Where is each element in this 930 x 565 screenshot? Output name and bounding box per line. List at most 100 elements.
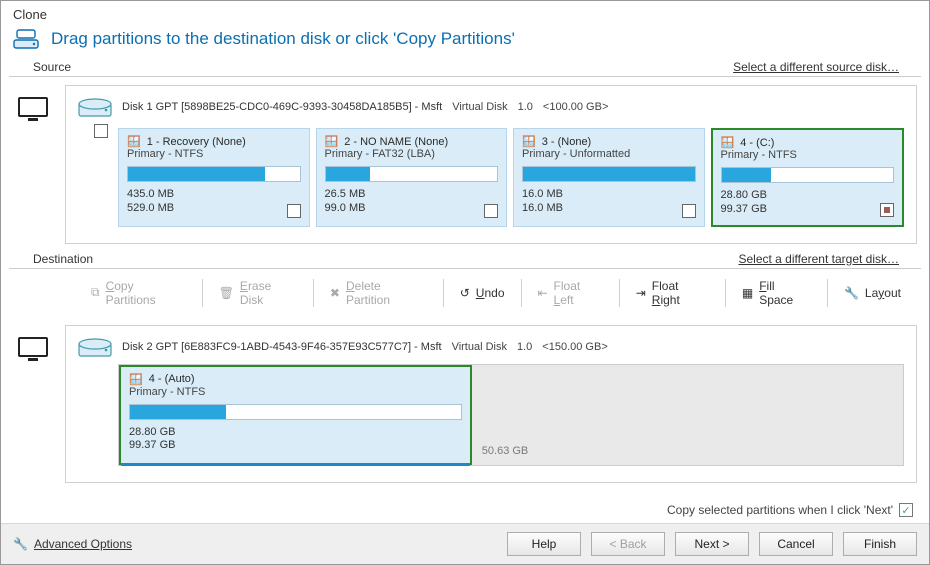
partition-sub: Primary - Unformatted [522, 148, 696, 160]
usage-bar [522, 166, 696, 182]
clone-disk-icon [13, 28, 41, 50]
partition-checkbox[interactable] [287, 204, 301, 218]
partition-title: 4 - (C:) [740, 137, 774, 149]
destination-header-row: Destination Select a different target di… [9, 250, 921, 269]
partition-sub: Primary - NTFS [129, 386, 462, 398]
source-disk-size: <100.00 GB> [543, 101, 608, 113]
copy-on-next-checkbox[interactable] [899, 503, 913, 517]
advanced-options-label: Advanced Options [34, 537, 132, 551]
partition-checkbox[interactable] [682, 204, 696, 218]
select-target-disk-link[interactable]: Select a different target disk… [738, 252, 899, 266]
layout-icon: 🔧 [844, 286, 859, 300]
partition-title: 1 - Recovery (None) [147, 136, 246, 148]
source-disk-id: Disk 1 GPT [5898BE25-CDC0-469C-9393-3045… [122, 101, 442, 113]
copy-icon: ⧉ [91, 285, 100, 300]
windows-icon: 🪟 [129, 373, 143, 386]
used-size: 28.80 GB [721, 189, 895, 203]
float-left-icon: ⇤ [537, 286, 547, 300]
destination-row: Disk 2 GPT [6E883FC9-1ABD-4543-9F46-357E… [1, 317, 929, 490]
select-source-disk-link[interactable]: Select a different source disk… [733, 60, 899, 74]
finish-button[interactable]: Finish [843, 532, 917, 556]
total-size: 99.37 GB [129, 439, 462, 453]
instruction-row: Drag partitions to the destination disk … [1, 24, 929, 58]
destination-disk-type: Virtual Disk [452, 341, 507, 353]
partition-title: 3 - (None) [542, 136, 592, 148]
monitor-icon [13, 85, 53, 244]
layout-button[interactable]: 🔧Layout [834, 282, 911, 304]
unallocated-space[interactable]: 50.63 GB [472, 365, 903, 466]
windows-icon: 🪟 [721, 136, 735, 149]
source-header-row: Source Select a different source disk… [9, 58, 921, 77]
footer: Copy selected partitions when I click 'N… [1, 497, 929, 564]
selection-underline [121, 463, 470, 466]
source-disk-type: Virtual Disk [452, 101, 507, 113]
delete-icon: ✖ [330, 286, 340, 300]
total-size: 16.0 MB [522, 202, 696, 216]
source-row: Disk 1 GPT [5898BE25-CDC0-469C-9393-3045… [1, 77, 929, 250]
options-row: Copy selected partitions when I click 'N… [1, 497, 929, 523]
next-button[interactable]: Next > [675, 532, 749, 556]
partition-4[interactable]: 🪟 4 - (C:) Primary - NTFS 28.80 GB99.37 G… [711, 128, 905, 227]
usage-bar [325, 166, 499, 182]
partition-title: 2 - NO NAME (None) [344, 136, 448, 148]
monitor-icon [13, 325, 53, 484]
button-bar: 🔧 Advanced Options Help < Back Next > Ca… [1, 523, 929, 564]
partition-checkbox[interactable] [484, 204, 498, 218]
windows-icon: 🪟 [522, 135, 536, 148]
copy-on-next-label: Copy selected partitions when I click 'N… [667, 503, 893, 517]
partition-title: 4 - (Auto) [149, 373, 195, 385]
fill-space-button[interactable]: ▦Fill Space [732, 275, 821, 311]
usage-bar [127, 166, 301, 182]
hdd-icon [78, 96, 112, 118]
partition-sub: Primary - NTFS [721, 149, 895, 161]
usage-bar [721, 167, 895, 183]
windows-icon: 🪟 [325, 135, 339, 148]
used-size: 28.80 GB [129, 426, 462, 440]
back-button: < Back [591, 532, 665, 556]
window-title: Clone [1, 1, 929, 24]
source-disk-checkbox[interactable] [94, 124, 108, 138]
instruction-text: Drag partitions to the destination disk … [51, 29, 515, 49]
destination-panel: Disk 2 GPT [6E883FC9-1ABD-4543-9F46-357E… [65, 325, 917, 484]
delete-partition-button: ✖Delete Partition [320, 275, 437, 311]
erase-disk-button: 🗑Erase Disk [209, 275, 307, 311]
partition-sub: Primary - FAT32 (LBA) [325, 148, 499, 160]
copy-partitions-button: ⧉CCopy Partitionsopy Partitions [81, 275, 196, 311]
destination-toolbar: ⧉CCopy Partitionsopy Partitions 🗑Erase D… [1, 269, 929, 317]
used-size: 435.0 MB [127, 188, 301, 202]
windows-icon: 🪟 [127, 135, 141, 148]
hdd-icon [78, 336, 112, 358]
partition-sub: Primary - NTFS [127, 148, 301, 160]
destination-partition-4[interactable]: 🪟 4 - (Auto) Primary - NTFS 28.80 GB99.37… [119, 365, 472, 466]
source-partitions: 🪟 1 - Recovery (None) Primary - NTFS 435.… [118, 128, 904, 227]
source-panel: Disk 1 GPT [5898BE25-CDC0-469C-9393-3045… [65, 85, 917, 244]
help-button[interactable]: Help [507, 532, 581, 556]
total-size: 99.0 MB [325, 202, 499, 216]
used-size: 26.5 MB [325, 188, 499, 202]
used-size: 16.0 MB [522, 188, 696, 202]
undo-button[interactable]: ↺Undo [450, 282, 515, 304]
total-size: 99.37 GB [721, 203, 895, 217]
usage-bar [129, 404, 462, 420]
destination-disk-rev: 1.0 [517, 341, 532, 353]
destination-partitions: 🪟 4 - (Auto) Primary - NTFS 28.80 GB99.37… [118, 364, 904, 467]
partition-checkbox[interactable] [880, 203, 894, 217]
partition-1[interactable]: 🪟 1 - Recovery (None) Primary - NTFS 435.… [118, 128, 310, 227]
erase-icon: 🗑 [219, 286, 234, 300]
cancel-button[interactable]: Cancel [759, 532, 833, 556]
float-right-button[interactable]: ⇥Float Right [626, 275, 719, 311]
destination-disk-header: Disk 2 GPT [6E883FC9-1ABD-4543-9F46-357E… [78, 336, 904, 358]
undo-icon: ↺ [460, 286, 470, 300]
partition-2[interactable]: 🪟 2 - NO NAME (None) Primary - FAT32 (LBA… [316, 128, 508, 227]
float-left-button: ⇤Float Left [527, 275, 612, 311]
advanced-options-link[interactable]: 🔧 Advanced Options [13, 537, 132, 551]
float-right-icon: ⇥ [636, 286, 646, 300]
free-space-label: 50.63 GB [482, 445, 528, 457]
source-label: Source [21, 58, 83, 76]
clone-wizard-window: { "title": "Clone", "hero": "Drag partit… [0, 0, 930, 565]
fill-icon: ▦ [742, 286, 753, 300]
total-size: 529.0 MB [127, 202, 301, 216]
source-disk-header: Disk 1 GPT [5898BE25-CDC0-469C-9393-3045… [78, 96, 904, 118]
destination-disk-id: Disk 2 GPT [6E883FC9-1ABD-4543-9F46-357E… [122, 341, 442, 353]
partition-3[interactable]: 🪟 3 - (None) Primary - Unformatted 16.0 M… [513, 128, 705, 227]
